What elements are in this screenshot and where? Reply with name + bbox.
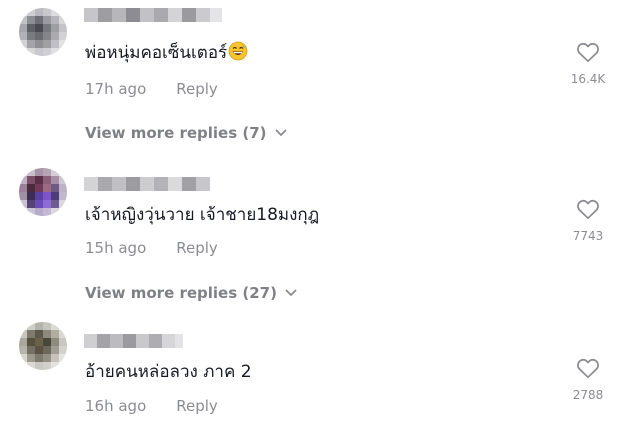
avatar[interactable] bbox=[19, 322, 67, 370]
view-more-replies-button[interactable]: View more replies (27) bbox=[85, 284, 297, 302]
heart-outline-icon[interactable] bbox=[576, 198, 600, 220]
reply-button[interactable]: Reply bbox=[176, 80, 218, 98]
comment-meta: 15h ago Reply bbox=[85, 239, 218, 257]
view-more-replies-label: View more replies (27) bbox=[85, 284, 277, 302]
like-button[interactable]: 7743 bbox=[558, 198, 618, 243]
view-more-replies-label: View more replies (7) bbox=[85, 124, 267, 142]
comment-text: อ้ายคนหล่อลวง ภาค 2 bbox=[85, 362, 252, 382]
username-blurred[interactable] bbox=[84, 334, 183, 348]
like-button[interactable]: 16.4K bbox=[558, 41, 618, 86]
like-count: 7743 bbox=[572, 229, 604, 243]
comment-meta: 16h ago Reply bbox=[85, 397, 218, 415]
comment-timestamp: 17h ago bbox=[85, 80, 147, 98]
grinning-sweat-emoji-icon bbox=[228, 41, 248, 61]
avatar[interactable] bbox=[19, 168, 67, 216]
username-blurred[interactable] bbox=[84, 8, 222, 22]
like-count: 2788 bbox=[572, 388, 604, 402]
comment-timestamp: 15h ago bbox=[85, 239, 147, 257]
like-count: 16.4K bbox=[570, 72, 606, 86]
avatar[interactable] bbox=[19, 8, 67, 56]
comment-text: พ่อหนุ่มคอเซ็นเตอร์ bbox=[85, 41, 248, 65]
username-blurred[interactable] bbox=[84, 177, 210, 191]
heart-outline-icon[interactable] bbox=[576, 41, 600, 63]
like-button[interactable]: 2788 bbox=[558, 357, 618, 402]
view-more-replies-button[interactable]: View more replies (7) bbox=[85, 124, 287, 142]
chevron-down-icon bbox=[285, 289, 297, 297]
comment-timestamp: 16h ago bbox=[85, 397, 147, 415]
comment-text: เจ้าหญิงวุ่นวาย เจ้าชาย18มงกุฎ bbox=[85, 205, 320, 225]
heart-outline-icon[interactable] bbox=[576, 357, 600, 379]
chevron-down-icon bbox=[275, 129, 287, 137]
reply-button[interactable]: Reply bbox=[176, 239, 218, 257]
comment-meta: 17h ago Reply bbox=[85, 80, 218, 98]
reply-button[interactable]: Reply bbox=[176, 397, 218, 415]
